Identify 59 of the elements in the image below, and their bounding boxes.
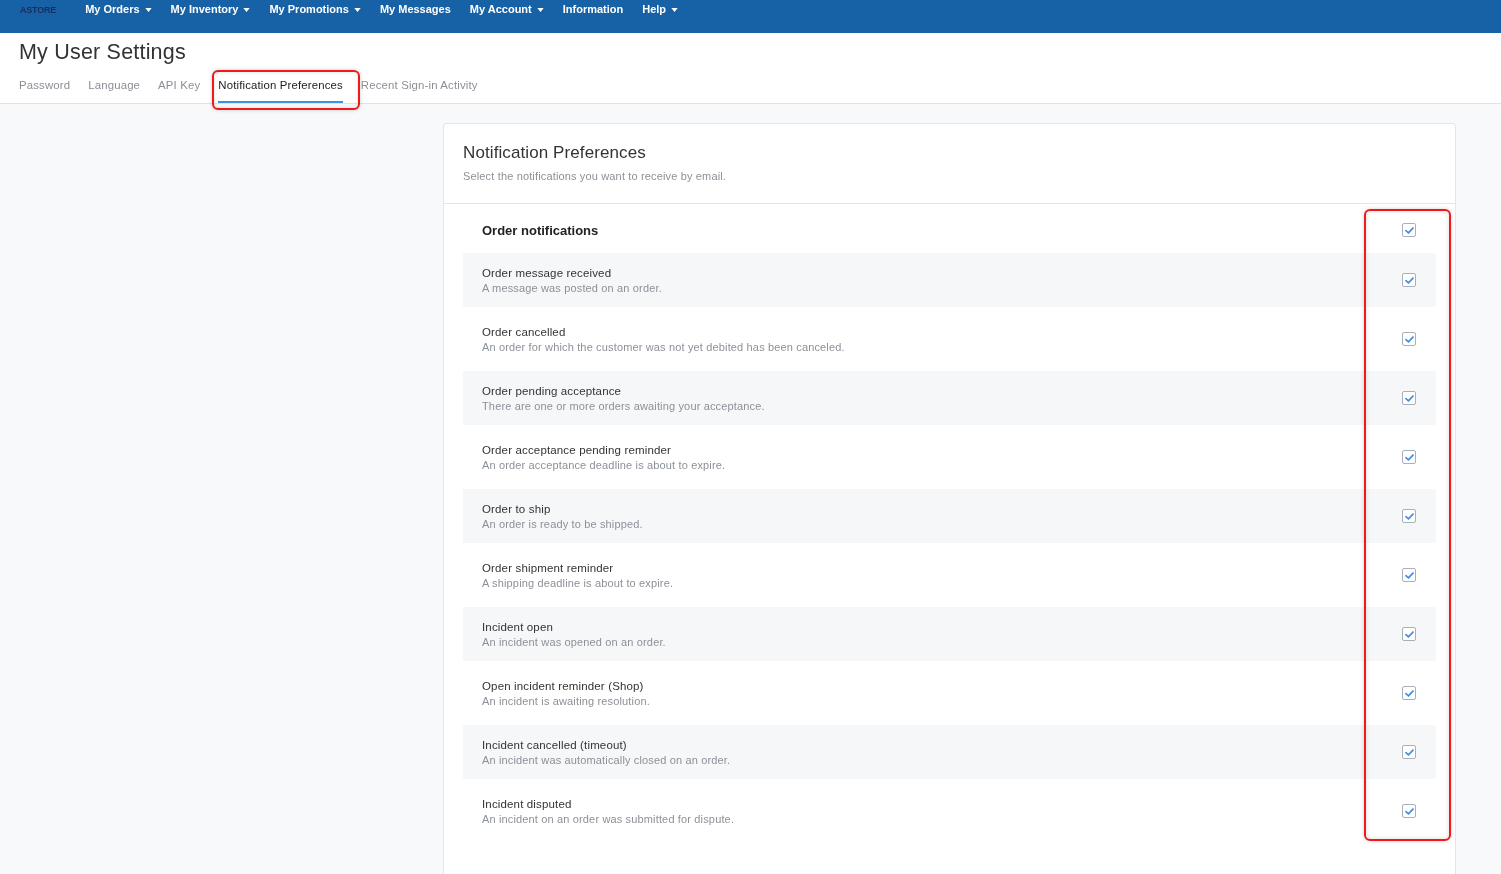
panel-title: Notification Preferences	[463, 143, 647, 163]
notification-description: An order acceptance deadline is about to expire.	[482, 457, 727, 473]
checkbox[interactable]	[1402, 804, 1416, 818]
check-icon	[1404, 335, 1414, 343]
notification-description: An incident was automatically closed on an order.	[482, 752, 732, 768]
nav-menu-item[interactable]: My Messages	[379, 3, 451, 16]
notification-description: An incident was opened on an order.	[482, 634, 667, 650]
check-icon	[1404, 689, 1414, 697]
settings-tab[interactable]: Notification Preferences	[218, 77, 343, 103]
check-icon	[1404, 226, 1414, 234]
page-title: My User Settings	[18, 39, 187, 65]
settings-tab[interactable]: Recent Sign-in Activity	[360, 77, 478, 103]
checkbox[interactable]	[1402, 686, 1416, 700]
nav-menu-item[interactable]: My Promotions	[269, 3, 361, 16]
notification-title: Order shipment reminder	[482, 560, 615, 576]
nav-menu-item[interactable]: Information	[562, 3, 624, 16]
check-icon	[1404, 394, 1414, 402]
panel-subtitle: Select the notifications you want to receive by email.	[463, 169, 728, 184]
settings-tab[interactable]: Language	[88, 77, 141, 103]
checkbox[interactable]	[1402, 391, 1416, 405]
check-icon	[1404, 630, 1414, 638]
check-icon	[1404, 748, 1414, 756]
section-title: Order notifications	[482, 222, 600, 238]
notification-title: Order message received	[482, 265, 613, 281]
check-icon	[1404, 453, 1414, 461]
nav-menu-item[interactable]: My Account	[469, 3, 544, 16]
nav-menu-item[interactable]: My Orders	[85, 3, 152, 16]
nav-menu-item[interactable]: My Inventory	[170, 3, 251, 16]
check-icon	[1404, 571, 1414, 579]
notification-title: Incident cancelled (timeout)	[482, 737, 628, 753]
notification-title: Incident open	[482, 619, 554, 635]
settings-tab[interactable]: Password	[19, 77, 71, 103]
notification-description: An order is ready to be shipped.	[482, 516, 644, 532]
check-icon	[1404, 807, 1414, 815]
notification-title: Order cancelled	[482, 324, 567, 340]
logo: ASTORE	[20, 5, 57, 15]
notification-title: Incident disputed	[482, 796, 573, 812]
notification-title: Order pending acceptance	[482, 383, 623, 399]
check-icon	[1404, 512, 1414, 520]
check-icon	[1404, 276, 1414, 284]
settings-tab[interactable]: API Key	[158, 77, 201, 103]
checkbox[interactable]	[1402, 273, 1416, 287]
notification-description: An order for which the customer was not yet debited has been canceled.	[482, 339, 846, 355]
notification-title: Order to ship	[482, 501, 552, 517]
checkbox[interactable]	[1402, 223, 1416, 237]
notification-description: An incident is awaiting resolution.	[482, 693, 651, 709]
notification-title: Open incident reminder (Shop)	[482, 678, 645, 694]
checkbox[interactable]	[1402, 509, 1416, 523]
notification-title: Order acceptance pending reminder	[482, 442, 673, 458]
notification-description: There are one or more orders awaiting your acceptance.	[482, 398, 766, 414]
checkbox[interactable]	[1402, 332, 1416, 346]
notification-description: A shipping deadline is about to expire.	[482, 575, 675, 591]
checkbox[interactable]	[1402, 568, 1416, 582]
notification-description: A message was posted on an order.	[482, 280, 663, 296]
checkbox[interactable]	[1402, 450, 1416, 464]
checkbox[interactable]	[1402, 627, 1416, 641]
checkbox[interactable]	[1402, 745, 1416, 759]
notification-description: An incident on an order was submitted for dispute.	[482, 811, 736, 827]
nav-menu-item[interactable]: Help	[642, 3, 679, 16]
